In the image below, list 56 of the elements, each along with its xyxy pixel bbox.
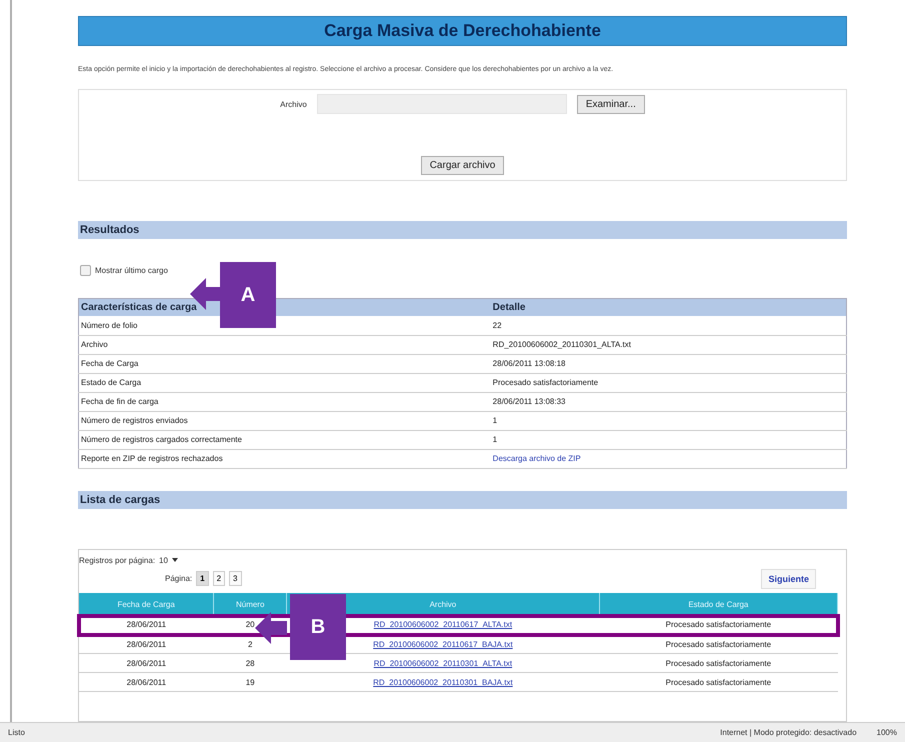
checkbox[interactable]	[80, 265, 91, 276]
page-link[interactable]: 1	[196, 571, 209, 586]
page-label: Página:	[165, 574, 192, 583]
status-text: Listo	[8, 728, 25, 737]
table-cell: 1	[490, 411, 846, 430]
table-cell: 28	[214, 654, 287, 672]
table-cell: RD_20100606002_20110301_ALTA.txt	[490, 335, 846, 354]
annotation-label: B	[290, 594, 346, 660]
file-link[interactable]: RD_20100606002_20110301_ALTA.txt	[374, 658, 512, 668]
table-cell: 28/06/2011	[79, 634, 214, 654]
table-cell: Procesado satisfactoriamente	[599, 672, 838, 692]
page-size-label: Registros por página:	[79, 556, 156, 564]
annotation-label: A	[220, 262, 276, 328]
column-header: Fecha de Carga	[79, 592, 214, 616]
table-cell: Procesado satisfactoriamente	[599, 634, 838, 654]
file-field[interactable]	[316, 94, 567, 114]
table-cell: Número de registros enviados	[78, 411, 491, 430]
page-size-select[interactable]: 10	[159, 556, 168, 564]
next-button[interactable]: Siguiente	[761, 568, 816, 588]
table-cell: 28/06/2011 13:08:33	[490, 392, 846, 411]
table-cell: 28/06/2011	[79, 672, 214, 692]
table-cell: Estado de Carga	[78, 373, 491, 392]
page-link[interactable]: 3	[229, 571, 242, 586]
table-cell: 1	[490, 430, 846, 449]
column-header: Estado de Carga	[599, 592, 838, 616]
browse-button[interactable]: Examinar...	[576, 94, 645, 114]
table-cell: Procesado satisfactoriamente	[490, 373, 846, 392]
table-cell: Archivo	[78, 335, 491, 354]
checkbox-label: Mostrar último cargo	[95, 266, 168, 275]
table-cell: Reporte en ZIP de registros rechazados	[78, 449, 491, 468]
table-cell: 28/06/2011 13:08:18	[490, 354, 846, 373]
table-cell: Procesado satisfactoriamente	[599, 616, 838, 634]
page-title: Carga Masiva de Derechohabiente	[78, 16, 847, 46]
file-link[interactable]: RD_20100606002_20110301_BAJA.txt	[373, 678, 513, 686]
page-link[interactable]: 2	[212, 571, 226, 586]
table-cell: 22	[490, 316, 846, 335]
file-label: Archivo	[280, 100, 307, 108]
table-cell: 28/06/2011	[79, 616, 214, 634]
section-heading: Resultados	[78, 221, 847, 239]
table-cell: Número de registros cargados correctamente	[78, 430, 491, 449]
download-link[interactable]: Descarga archivo de ZIP	[492, 454, 581, 463]
table-cell: Fecha de fin de carga	[78, 392, 491, 411]
column-header: Número	[214, 592, 287, 616]
upload-button[interactable]: Cargar archivo	[420, 156, 504, 175]
table-cell: 28/06/2011	[79, 654, 214, 672]
file-link[interactable]: RD_20100606002_20110617_BAJA.txt	[373, 640, 513, 648]
section-heading: Lista de cargas	[78, 490, 847, 508]
table-cell: Fecha de Carga	[78, 354, 491, 373]
zone-text: Internet | Modo protegido: desactivado	[720, 728, 857, 737]
zoom-text: 100%	[876, 728, 897, 737]
column-header: Detalle	[490, 298, 846, 316]
dropdown-icon	[172, 558, 178, 562]
arrow-icon	[255, 612, 287, 644]
table-cell: 19	[214, 672, 287, 692]
file-link[interactable]: RD_20100606002_20110617_ALTA.txt	[374, 620, 512, 630]
table-cell: Procesado satisfactoriamente	[599, 654, 838, 672]
